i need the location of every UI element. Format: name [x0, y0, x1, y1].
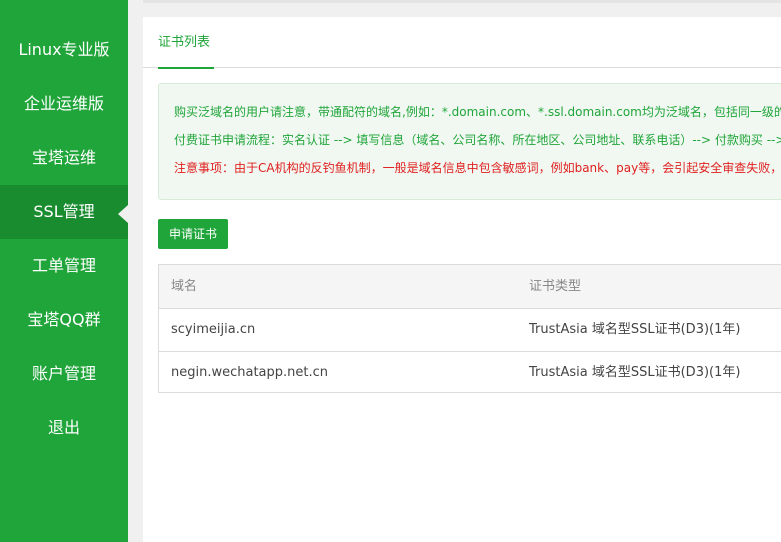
main-panel: 证书列表 购买泛域名的用户请注意，带通配符的域名,例如：*.domain.com…	[143, 17, 781, 542]
table-row[interactable]: negin.wechatapp.net.cn TrustAsia 域名型SSL证…	[159, 352, 781, 394]
column-header-domain: 域名	[171, 279, 198, 294]
notice-wildcard-info: 购买泛域名的用户请注意，带通配符的域名,例如：*.domain.com、*.ss…	[174, 105, 781, 119]
active-item-caret-icon	[118, 205, 128, 223]
sidebar-item-account-management[interactable]: 账户管理	[0, 347, 128, 401]
column-header-cert-type: 证书类型	[529, 279, 582, 294]
cell-domain: negin.wechatapp.net.cn	[171, 365, 329, 380]
sidebar-item-bt-ops[interactable]: 宝塔运维	[0, 131, 128, 185]
sidebar: Linux专业版 企业运维版 宝塔运维 SSL管理 工单管理 宝塔QQ群 账户管…	[0, 0, 128, 542]
cell-domain: scyimeijia.cn	[171, 322, 256, 337]
sidebar-item-ssl-management[interactable]: SSL管理	[0, 185, 128, 239]
sidebar-item-ticket-management[interactable]: 工单管理	[0, 239, 128, 293]
table-header: 域名 证书类型	[159, 265, 781, 309]
tab-certificate-list[interactable]: 证书列表	[158, 17, 214, 69]
cell-cert-type: TrustAsia 域名型SSL证书(D3)(1年)	[529, 322, 741, 337]
sidebar-item-qq-group[interactable]: 宝塔QQ群	[0, 293, 128, 347]
certificate-table: 域名 证书类型 scyimeijia.cn TrustAsia 域名型SSL证书…	[158, 264, 781, 393]
sidebar-item-logout[interactable]: 退出	[0, 401, 128, 455]
cell-cert-type: TrustAsia 域名型SSL证书(D3)(1年)	[529, 365, 741, 380]
notice-box: 购买泛域名的用户请注意，带通配符的域名,例如：*.domain.com、*.ss…	[158, 83, 781, 200]
tab-strip: 证书列表	[143, 17, 781, 69]
sidebar-item-linux-pro[interactable]: Linux专业版	[0, 23, 128, 77]
apply-certificate-button[interactable]: 申请证书	[158, 219, 228, 249]
table-row[interactable]: scyimeijia.cn TrustAsia 域名型SSL证书(D3)(1年)	[159, 309, 781, 352]
sidebar-item-enterprise-ops[interactable]: 企业运维版	[0, 77, 128, 131]
notice-warning: 注意事项：由于CA机构的反钓鱼机制，一般是域名信息中包含敏感词，例如bank、p…	[174, 161, 781, 175]
notice-apply-process: 付费证书申请流程：实名认证 --> 填写信息（域名、公司名称、所在地区、公司地址…	[174, 133, 781, 147]
top-strip	[143, 0, 781, 3]
